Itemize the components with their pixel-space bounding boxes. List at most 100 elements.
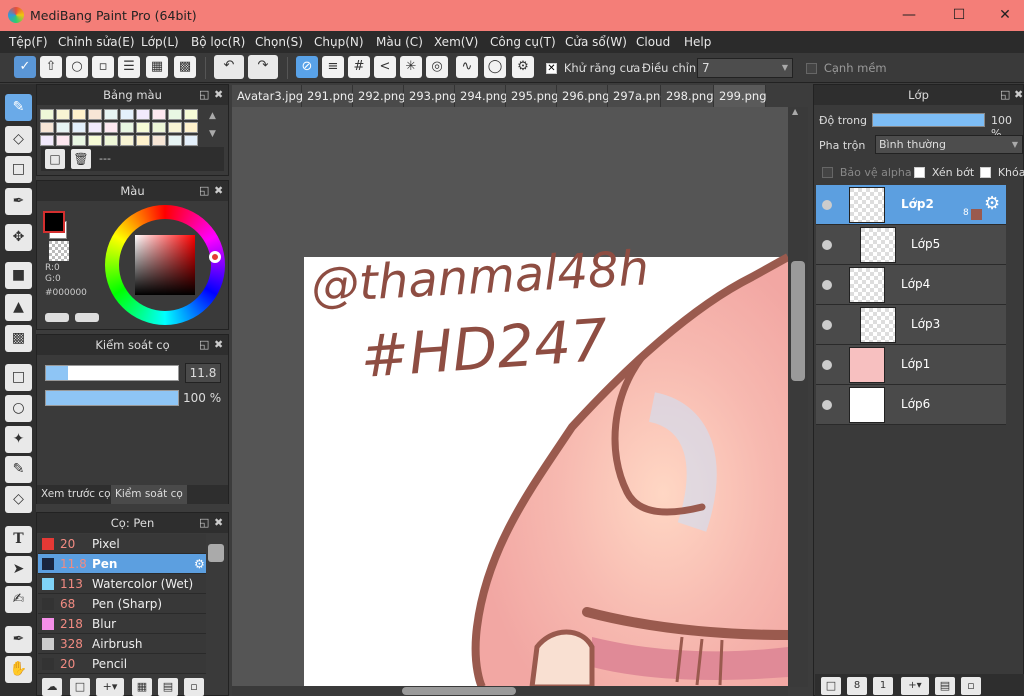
dot-tool-icon[interactable]: □ (5, 156, 32, 183)
vscroll-thumb[interactable] (791, 261, 805, 381)
palette-swatch[interactable] (184, 135, 198, 146)
layer-row-2[interactable]: Lớp5 (816, 225, 1006, 265)
palette-swatch[interactable] (120, 109, 134, 120)
folder-icon[interactable]: ▤ (935, 677, 955, 695)
palette-swatch[interactable] (40, 122, 54, 133)
clipping-checkbox[interactable]: Xén bớt (914, 165, 974, 179)
palette-swatch[interactable] (168, 122, 182, 133)
blend-mode-select[interactable]: Bình thường ▼ (875, 135, 1023, 154)
palette-swatch[interactable] (136, 122, 150, 133)
close-icon[interactable]: ✖ (1014, 85, 1023, 105)
protect-alpha-check-icon[interactable] (822, 167, 833, 178)
antialias-check-icon[interactable]: ✕ (546, 63, 557, 74)
select-pen-icon[interactable]: ✎ (5, 456, 32, 483)
magic-wand-icon[interactable]: ✦ (5, 426, 32, 453)
undock-icon[interactable]: ◱ (1000, 85, 1010, 105)
move-tool-icon[interactable]: ✥ (5, 224, 32, 251)
visibility-eye-icon[interactable] (822, 320, 832, 330)
palette-swatch[interactable] (72, 109, 86, 120)
eraser-tool-icon[interactable]: ◇ (5, 126, 32, 153)
visibility-eye-icon[interactable] (822, 280, 832, 290)
pen-dropper-icon[interactable]: ✍ (5, 586, 32, 613)
palette-swatch[interactable] (88, 122, 102, 133)
palette-swatches[interactable] (40, 109, 200, 146)
palette-swatch[interactable] (184, 109, 198, 120)
bucket-tool-icon[interactable]: ▲ (5, 294, 32, 321)
copy-brush-icon[interactable]: ▦ (132, 678, 152, 696)
layer-list-scrollbar[interactable] (1008, 188, 1022, 658)
hue-wheel[interactable] (105, 205, 225, 325)
menu-select[interactable]: Chọn(S) (255, 35, 303, 49)
scroll-down-icon[interactable]: ▼ (209, 129, 216, 139)
file-tab[interactable]: 292.png (353, 85, 406, 107)
add-layer-menu-icon[interactable]: +▾ (901, 677, 929, 695)
close-icon[interactable]: ✖ (214, 513, 223, 533)
line-brush-icon[interactable]: ✒ (5, 188, 32, 215)
new-brush-icon[interactable]: □ (70, 678, 90, 696)
brush-item-blur[interactable]: 218 Blur (38, 614, 206, 634)
trash-icon[interactable]: 🗑 (71, 149, 91, 169)
protect-alpha-checkbox[interactable]: Bảo vệ alpha (822, 165, 912, 179)
close-icon[interactable]: ✖ (214, 335, 223, 355)
visibility-eye-icon[interactable] (822, 400, 832, 410)
brush-opacity-slider[interactable] (45, 390, 179, 406)
undock-icon[interactable]: ◱ (199, 335, 209, 355)
palette-swatch[interactable] (168, 109, 182, 120)
brush-item-watercolor-wet[interactable]: 113 Watercolor (Wet) (38, 574, 206, 594)
operation-tool-icon[interactable]: ➤ (5, 556, 32, 583)
file-tab[interactable]: 299.png (714, 85, 767, 107)
text-tool-icon[interactable]: T (5, 526, 32, 553)
undock-icon[interactable]: ◱ (199, 513, 209, 533)
document-icon[interactable]: ☰ (118, 56, 140, 78)
file-tab[interactable]: 295.png (506, 85, 559, 107)
eyedropper-icon[interactable]: ✒ (5, 626, 32, 653)
snap-off-icon[interactable]: ⊘ (296, 56, 318, 78)
brush-item-pen-sharp[interactable]: 68 Pen (Sharp) (38, 594, 206, 614)
brush-size-slider[interactable] (45, 365, 179, 381)
palette-swatch[interactable] (88, 135, 102, 146)
visibility-eye-icon[interactable] (822, 240, 832, 250)
color-mode-button[interactable] (45, 313, 69, 322)
palette-swatch[interactable] (56, 122, 70, 133)
menu-cloud[interactable]: Cloud (636, 35, 670, 49)
palette-swatch[interactable] (56, 109, 70, 120)
palette-swatch[interactable] (184, 122, 198, 133)
circle-snap-icon[interactable]: ◎ (426, 56, 448, 78)
menu-capture[interactable]: Chụp(N) (314, 35, 364, 49)
layer-row-4[interactable]: Lớp3 (816, 305, 1006, 345)
file-tab[interactable]: Avatar3.jpg (232, 85, 303, 107)
file-tab[interactable]: 291.png (302, 85, 355, 107)
ellipse-snap-icon[interactable]: ◯ (484, 56, 506, 78)
minimize-button[interactable]: — (886, 0, 932, 31)
duplicate-icon[interactable]: ▫ (184, 678, 204, 696)
new-8bit-layer-icon[interactable]: 8 (847, 677, 867, 695)
menu-layer[interactable]: Lớp(L) (141, 35, 179, 49)
add-brush-menu-icon[interactable]: +▾ (96, 678, 124, 696)
menu-color[interactable]: Màu (C) (376, 35, 423, 49)
cloud-brush-icon[interactable]: ☁ (42, 678, 62, 696)
file-tab[interactable]: 297a.png (608, 85, 668, 107)
brush-item-pencil[interactable]: 20 Pencil (38, 654, 206, 674)
duplicate-layer-icon[interactable]: ▫ (961, 677, 981, 695)
layer-row-1[interactable]: Lớp2 8 ⚙ (816, 185, 1006, 225)
palette-swatch[interactable] (104, 109, 118, 120)
vanishing-point-snap-icon[interactable]: < (374, 56, 396, 78)
upload-icon[interactable]: ⇧ (40, 56, 62, 78)
palette-swatch[interactable] (104, 135, 118, 146)
new-1bit-layer-icon[interactable]: 1 (873, 677, 893, 695)
file-tab[interactable]: 294.png (455, 85, 508, 107)
menu-window[interactable]: Cửa sổ(W) (565, 35, 627, 49)
layer-row-3[interactable]: Lớp4 (816, 265, 1006, 305)
redo-icon[interactable]: ↷ (248, 55, 278, 79)
fill-rectangle-icon[interactable]: ■ (5, 262, 32, 289)
undock-icon[interactable]: ◱ (199, 85, 209, 105)
brush-tool-icon[interactable]: ✎ (5, 94, 32, 121)
palette-swatch[interactable] (120, 122, 134, 133)
menu-help[interactable]: Help (684, 35, 711, 49)
menu-file[interactable]: Tệp(F) (9, 35, 48, 49)
palette-swatch[interactable] (136, 109, 150, 120)
brush-item-pixel[interactable]: 20 Pixel (38, 534, 206, 554)
speech-bubble-icon[interactable]: ○ (66, 56, 88, 78)
softedge-check-icon[interactable] (806, 63, 817, 74)
palette-swatch[interactable] (136, 135, 150, 146)
